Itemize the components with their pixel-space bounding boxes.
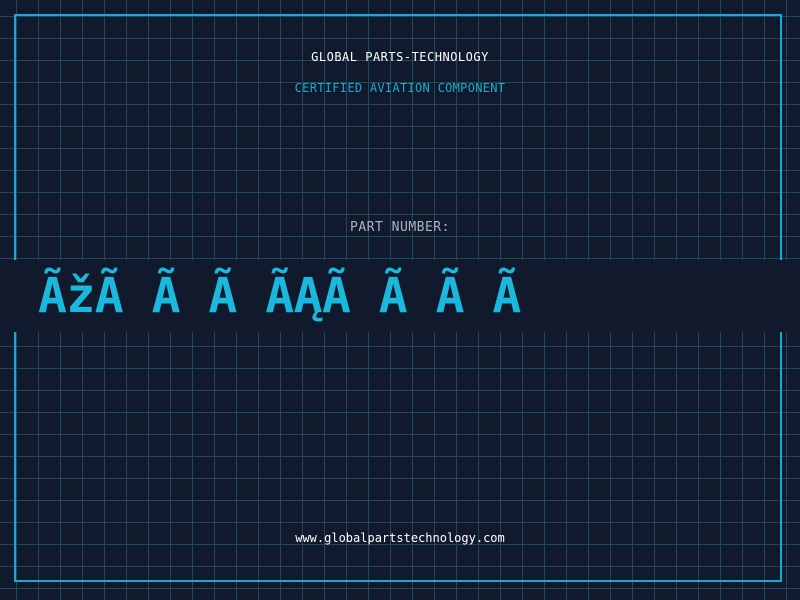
company-name: GLOBAL PARTS-TECHNOLOGY — [311, 50, 489, 64]
part-number-label: PART NUMBER: — [350, 220, 450, 235]
part-number-value: ÃžÃ Ã Ã ÃĄÃ Ã Ã Ã — [38, 268, 521, 324]
component-subtitle: CERTIFIED AVIATION COMPONENT — [294, 81, 506, 95]
label-screen: GLOBAL PARTS-TECHNOLOGY CERTIFIED AVIATI… — [0, 0, 800, 600]
website-link[interactable]: www.globalpartstechnology.com — [0, 531, 800, 545]
part-number-band: ÃžÃ Ã Ã ÃĄÃ Ã Ã Ã — [0, 260, 800, 332]
